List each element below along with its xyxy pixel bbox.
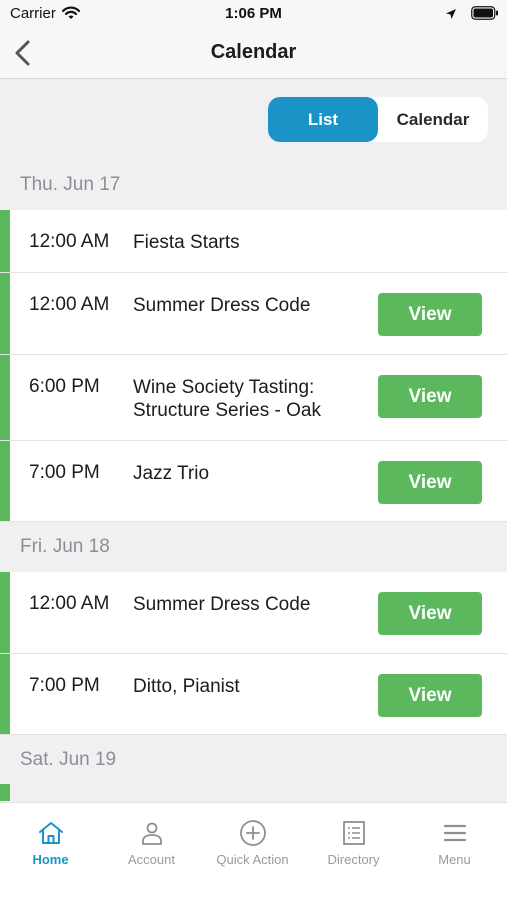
tab-quick-action[interactable]: Quick Action [202, 819, 303, 867]
view-button[interactable]: View [378, 592, 482, 635]
navigation-bar: Calendar [0, 28, 507, 79]
event-title: Ditto, Pianist [133, 676, 240, 697]
event-title: Jazz Trio [133, 463, 210, 484]
home-icon [38, 822, 63, 844]
calendar-view-toggle[interactable]: Calendar [378, 97, 488, 142]
event-row[interactable]: 7:00 PM Ditto, Pianist View [0, 654, 507, 735]
tab-label: Home [32, 852, 69, 867]
event-time: 12:00 AM [29, 294, 110, 315]
plus-circle-icon [239, 820, 266, 846]
list-document-icon [342, 821, 365, 845]
event-color-bar [0, 210, 10, 272]
event-time: 7:00 PM [29, 462, 100, 483]
event-color-bar [0, 654, 10, 734]
event-title: Summer Dress Code [133, 295, 311, 316]
location-arrow-icon [445, 7, 457, 25]
hamburger-menu-icon [443, 824, 466, 842]
event-time: 7:00 PM [29, 675, 100, 696]
event-color-bar [0, 572, 10, 653]
day-header: Fri. Jun 18 [20, 536, 110, 557]
tab-directory[interactable]: Directory [303, 819, 404, 867]
day-header: Sat. Jun 19 [20, 749, 117, 770]
event-row[interactable]: 6:00 PM Wine Society Tasting: Structure … [0, 355, 507, 441]
event-row[interactable]: 12:00 AM Fiesta Starts [0, 210, 507, 273]
status-bar: Carrier 1:06 PM [0, 0, 507, 28]
event-color-bar [0, 441, 10, 521]
tab-account[interactable]: Account [101, 819, 202, 867]
view-mode-segmented-control: List Calendar [268, 97, 488, 142]
tab-home[interactable]: Home [0, 819, 101, 867]
view-button[interactable]: View [378, 461, 482, 504]
event-title: Fiesta Starts [133, 232, 240, 253]
event-time: 6:00 PM [29, 376, 100, 397]
event-color-bar [0, 273, 10, 354]
event-title: Summer Dress Code [133, 594, 311, 615]
event-row[interactable]: 12:00 AM Summer Dress Code View [0, 273, 507, 355]
tab-label: Account [128, 852, 175, 867]
tab-label: Menu [438, 852, 471, 867]
event-time: 12:00 AM [29, 593, 110, 614]
event-color-bar [0, 355, 10, 440]
list-view-toggle[interactable]: List [268, 97, 378, 142]
event-row[interactable]: 7:00 PM Jazz Trio View [0, 441, 507, 522]
event-title: Wine Society Tasting: Structure Series -… [133, 377, 321, 421]
page-title: Calendar [210, 41, 297, 63]
view-button[interactable]: View [378, 674, 482, 717]
tab-label: Quick Action [216, 852, 289, 867]
event-color-bar [0, 784, 10, 801]
tab-menu[interactable]: Menu [404, 819, 505, 867]
battery-icon [471, 6, 499, 25]
tab-label: Directory [327, 852, 380, 867]
view-button[interactable]: View [378, 293, 482, 336]
status-time: 1:06 PM [225, 5, 282, 22]
view-button[interactable]: View [378, 375, 482, 418]
event-row[interactable]: 12:00 AM Summer Dress Code View [0, 572, 507, 654]
tab-bar: Home Account Quick Action Directory Menu [0, 802, 507, 901]
event-time: 12:00 AM [29, 231, 110, 252]
day-header: Thu. Jun 17 [20, 174, 121, 195]
person-icon [141, 822, 162, 845]
